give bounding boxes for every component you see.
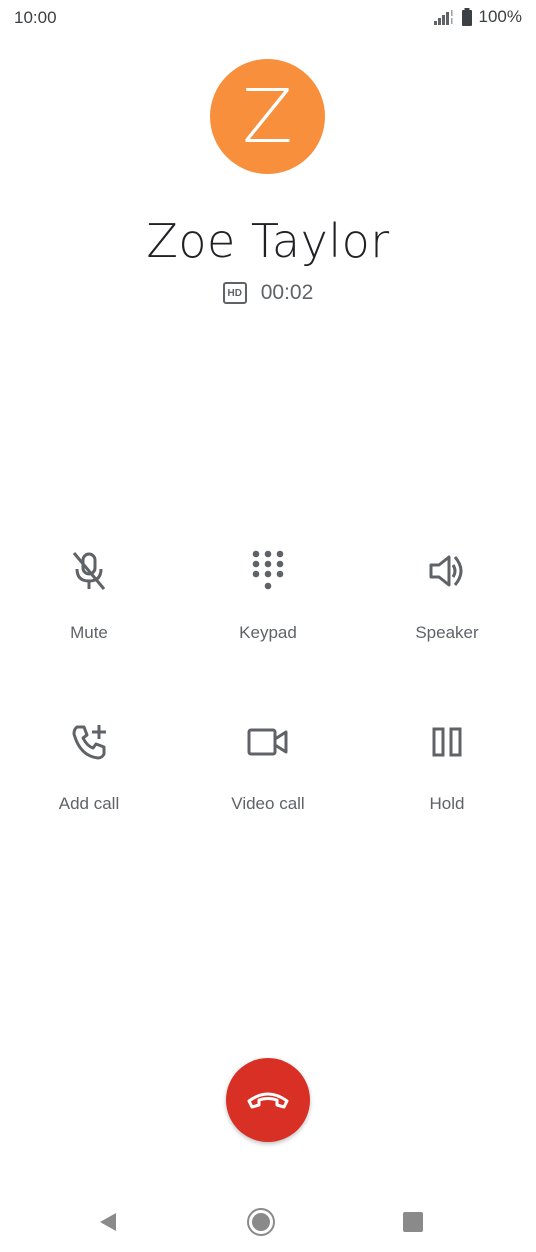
add-call-icon (72, 725, 106, 760)
video-call-label: Video call (231, 794, 305, 813)
hold-button[interactable]: Hold (367, 718, 527, 814)
video-call-icon (247, 728, 288, 756)
video-call-button[interactable]: Video call (188, 718, 348, 814)
status-bar: 10:00 100% (0, 0, 536, 36)
recents-button[interactable] (397, 1206, 429, 1238)
hd-icon: HD (222, 282, 247, 304)
battery-icon (461, 8, 473, 26)
mute-label: Mute (70, 623, 108, 642)
back-icon (100, 1213, 116, 1231)
navigation-bar (0, 1190, 536, 1252)
home-button[interactable] (245, 1206, 277, 1238)
speaker-label: Speaker (415, 623, 479, 642)
keypad-button[interactable]: Keypad (188, 547, 348, 643)
speaker-button[interactable]: Speaker (367, 547, 527, 643)
end-call-button[interactable] (226, 1058, 310, 1142)
call-info: HD 00:02 (0, 281, 536, 305)
end-call-icon (247, 1092, 289, 1109)
status-time: 10:00 (14, 8, 57, 27)
add-call-button[interactable]: Add call (9, 718, 169, 814)
keypad-icon (252, 550, 284, 590)
recents-icon (403, 1212, 423, 1232)
add-call-label: Add call (58, 794, 120, 813)
battery-percent: 100% (478, 7, 522, 26)
status-icons: 100% (433, 7, 522, 27)
hold-icon (432, 727, 462, 757)
avatar: Z (210, 59, 325, 174)
speaker-icon (429, 555, 463, 587)
home-icon (247, 1208, 275, 1236)
call-duration: 00:02 (260, 281, 314, 304)
keypad-label: Keypad (239, 623, 297, 642)
signal-icon (433, 8, 455, 26)
mute-button[interactable]: Mute (9, 547, 169, 643)
caller-name: Zoe Taylor (146, 214, 390, 268)
back-button[interactable] (92, 1206, 124, 1238)
mute-icon (72, 552, 106, 590)
hold-label: Hold (429, 794, 465, 813)
